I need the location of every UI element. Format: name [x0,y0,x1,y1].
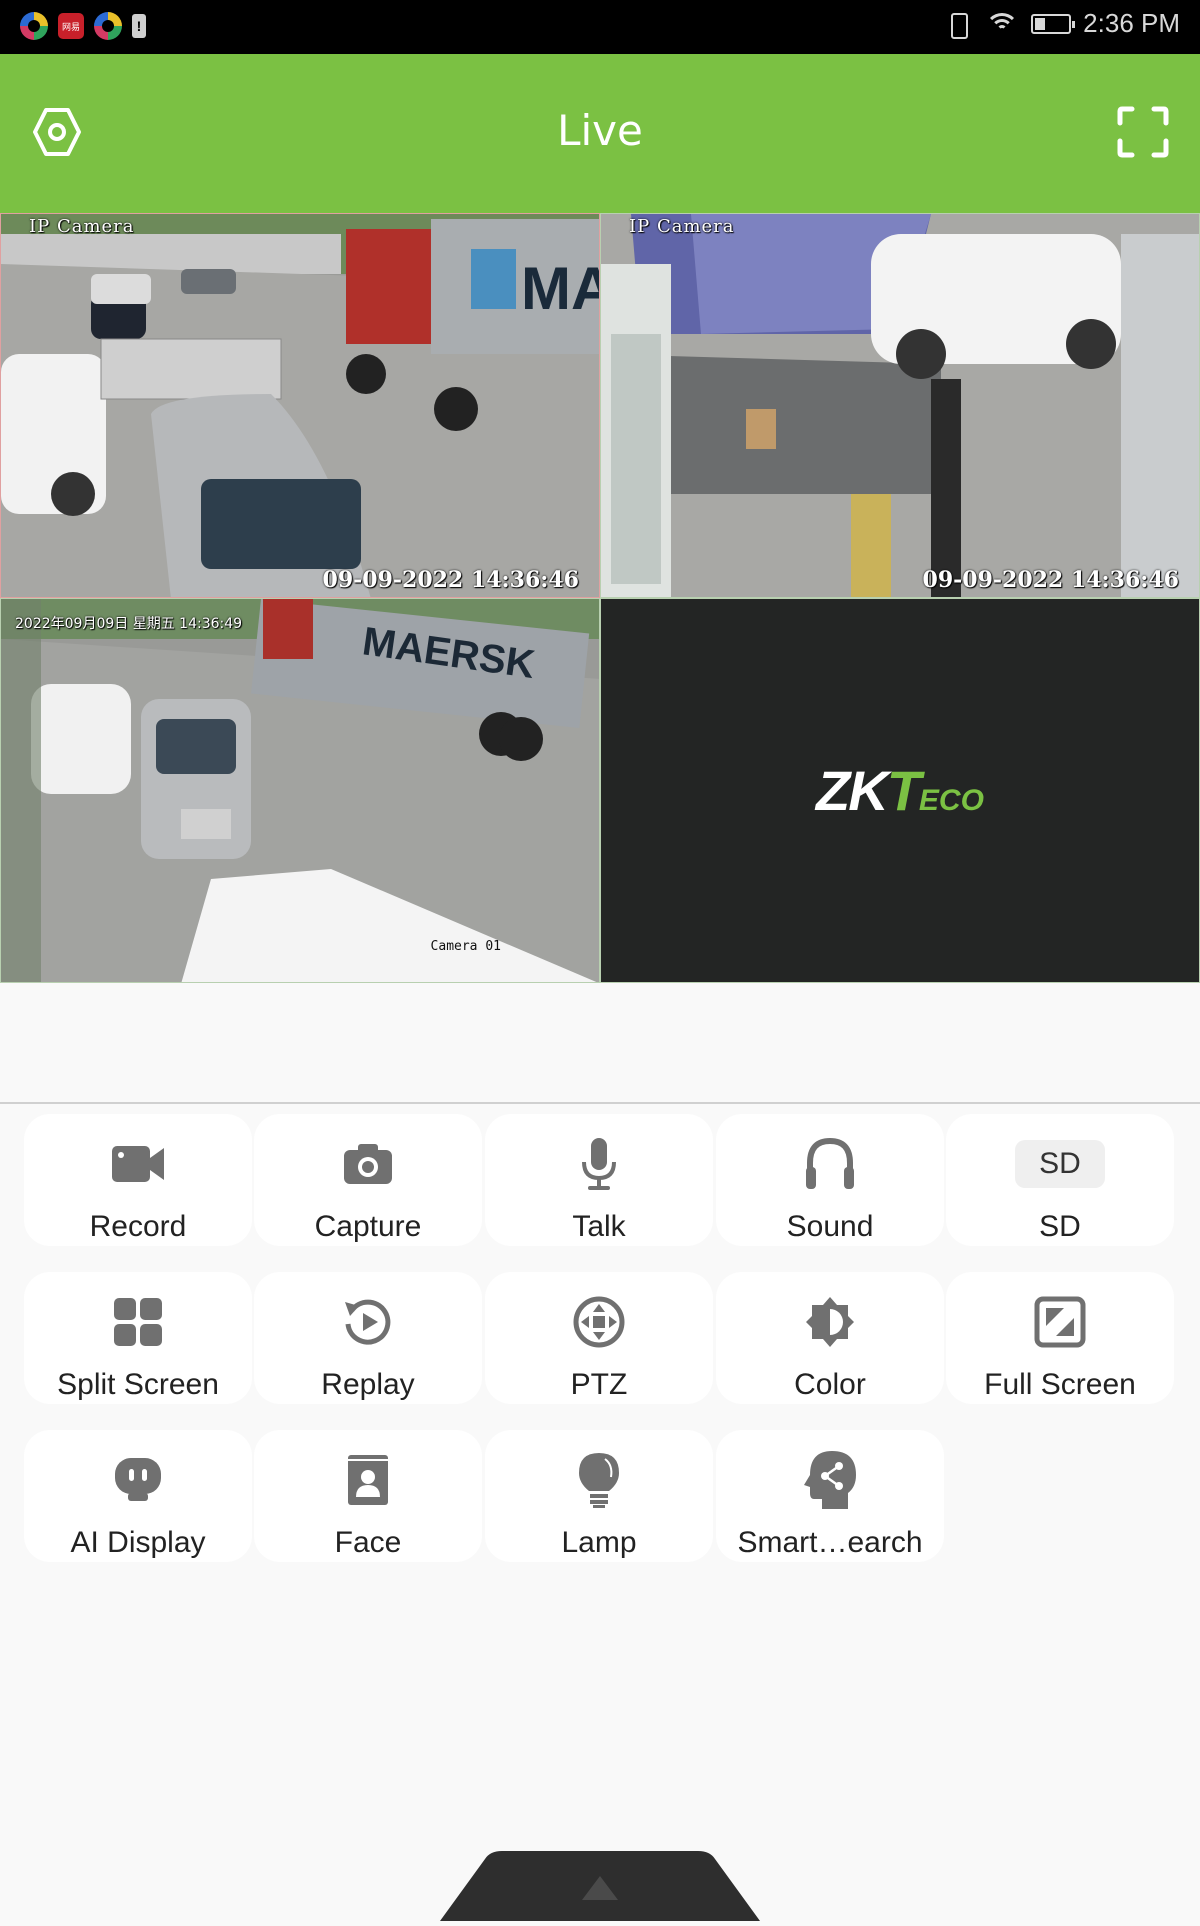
camera-feed-gate [601,214,1199,597]
video-pane-1[interactable]: MA IP Camera 09-09-2022 14:36:46 [0,213,600,598]
sd-card-icon: SD [1015,1140,1105,1188]
aspect-ratio-icon [1034,1296,1086,1348]
ptz-icon [573,1296,625,1348]
osd-timestamp: 09-09-2022 14:36:46 [322,567,579,593]
sound-button[interactable]: Sound [716,1114,944,1246]
replay-icon [345,1299,391,1345]
ptz-button[interactable]: PTZ [485,1272,713,1404]
action-label: AI Display [70,1526,206,1559]
video-pane-2[interactable]: IP Camera 09-09-2022 14:36:46 [600,213,1200,598]
vibrate-icon [943,11,973,39]
battery-level [1035,17,1045,30]
app-header: Live [0,54,1200,213]
action-label: Full Screen [984,1368,1136,1401]
action-label: PTZ [570,1368,628,1401]
clock: 2:36 PM [1083,8,1180,38]
news-app-icon: 网易 [58,13,84,39]
notification-icons: 网易 ! [20,12,146,40]
action-label: Talk [572,1210,626,1243]
grid-icon [114,1298,162,1346]
action-label: Face [334,1526,402,1559]
app-icon [20,12,48,40]
lamp-button[interactable]: Lamp [485,1430,713,1562]
smart-search-button[interactable]: Smart…earch [716,1430,944,1562]
full-screen-button[interactable]: Full Screen [946,1272,1174,1404]
split-screen-button[interactable]: Split Screen [24,1272,252,1404]
osd-camera-name: Camera 01 [430,939,501,954]
osd-camera-name: IP Camera [629,216,735,237]
action-label: Replay [321,1368,415,1401]
headphones-icon [806,1137,854,1189]
camera-feed-street: MA [1,214,600,597]
action-label: SD [1039,1210,1081,1243]
action-label: Smart…earch [737,1526,923,1559]
video-pane-3[interactable]: MAERSK 2022年09月09日 星期五 14:36:49 Camera 0… [0,598,600,983]
lightbulb-icon [579,1453,619,1508]
robot-icon [115,1458,161,1501]
camera-feed-road: MAERSK [1,599,599,982]
video-pane-4-empty[interactable]: ZKTECO [600,598,1200,983]
video-camera-icon [112,1146,164,1182]
talk-button[interactable]: Talk [485,1114,713,1246]
action-label: Color [794,1368,866,1401]
action-label: Record [89,1210,187,1243]
action-label: Split Screen [57,1368,219,1401]
divider [0,1102,1200,1104]
action-label: Capture [314,1210,422,1243]
action-label: Sound [786,1210,874,1243]
fullscreen-icon [1117,106,1169,158]
osd-timestamp: 09-09-2022 14:36:46 [922,567,1179,593]
microphone-icon [582,1138,616,1190]
record-button[interactable]: Record [24,1114,252,1246]
capture-button[interactable]: Capture [254,1114,482,1246]
battery-icon [1031,13,1076,34]
ai-display-button[interactable]: AI Display [24,1430,252,1562]
status-bar: 网易 ! 2:36 PM [0,0,1200,54]
replay-button[interactable]: Replay [254,1272,482,1404]
contact-book-icon [348,1455,388,1505]
expand-panel-handle[interactable] [440,1851,760,1921]
zkteco-logo: ZKTECO [816,759,984,822]
osd-camera-name: IP Camera [29,216,135,237]
sd-button[interactable]: SD SD [946,1114,1174,1246]
action-label: Lamp [561,1526,637,1559]
color-button[interactable]: Color [716,1272,944,1404]
brightness-icon [806,1297,854,1347]
alert-icon: ! [132,14,146,38]
video-grid: MA IP Camera 09-09-2022 14:36:46 [0,213,1200,983]
face-button[interactable]: Face [254,1430,482,1562]
camera-icon [344,1144,392,1184]
osd-timestamp: 2022年09月09日 星期五 14:36:49 [15,616,243,632]
fullscreen-button[interactable] [1113,102,1173,162]
page-title: Live [557,106,643,155]
app-icon [94,12,122,40]
svg-text:MA: MA [521,255,600,322]
wifi-icon [985,11,1020,37]
head-share-icon [804,1451,856,1509]
